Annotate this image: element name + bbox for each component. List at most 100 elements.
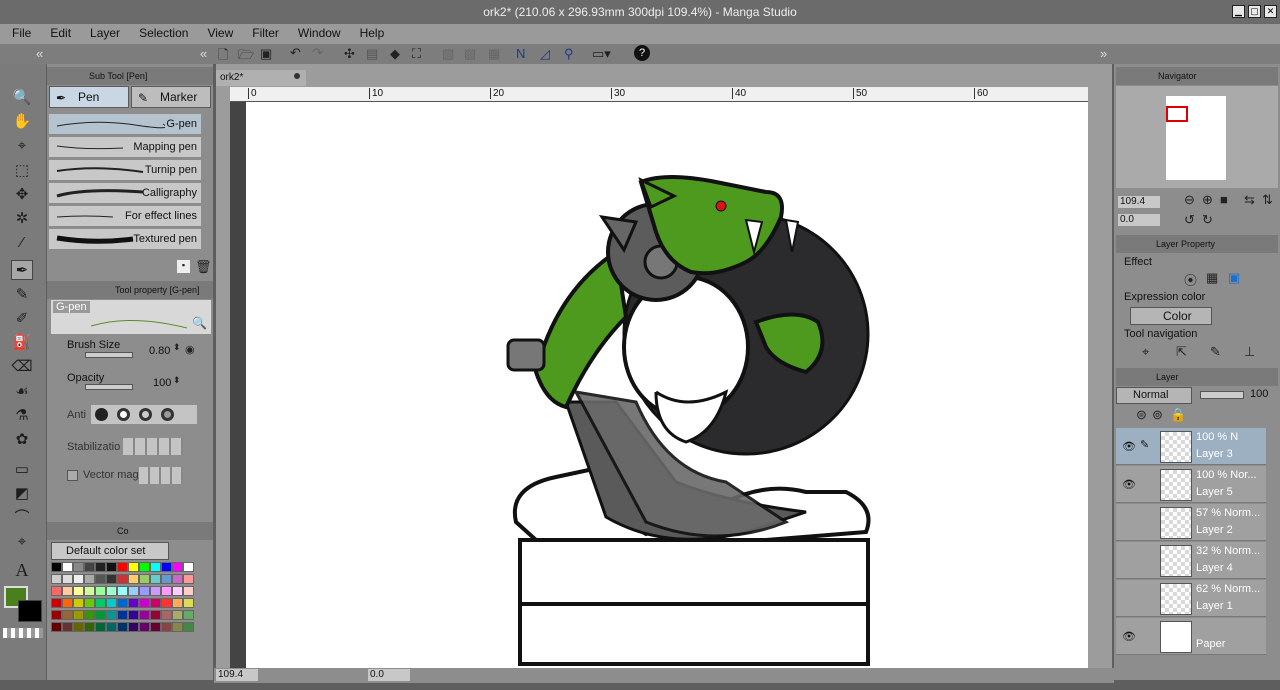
layer-row[interactable]: 57 % Norm... Layer 2 (1116, 504, 1266, 541)
eyedropper-icon[interactable]: ⁄ (11, 233, 33, 253)
aa-weak-icon[interactable] (117, 408, 130, 421)
menu-selection[interactable]: Selection (127, 24, 195, 40)
special-ruler-icon[interactable]: ◿ (540, 46, 550, 62)
color-swatch[interactable] (117, 562, 128, 572)
color-swatch[interactable] (172, 622, 183, 632)
document-tab[interactable]: ork2* (216, 70, 306, 86)
brush-item-effect-lines[interactable]: For effect lines (49, 206, 201, 227)
color-swatch[interactable] (139, 586, 150, 596)
nav-tool-4-icon[interactable]: ⊥ (1244, 344, 1255, 360)
color-swatch[interactable] (150, 610, 161, 620)
brush-size-slider[interactable] (85, 352, 133, 358)
color-swatch[interactable] (117, 574, 128, 584)
auto-select-icon[interactable]: ✲ (11, 209, 33, 229)
color-swatch[interactable] (62, 562, 73, 572)
nav-tool-1-icon[interactable]: ⌖ (1142, 344, 1149, 360)
color-swatch[interactable] (95, 586, 106, 596)
brush-icon[interactable]: ✐ (11, 309, 33, 329)
flip-v-icon[interactable]: ⇅ (1262, 192, 1273, 208)
color-swatch[interactable] (106, 586, 117, 596)
help-icon[interactable]: ? (634, 45, 650, 61)
document-canvas[interactable] (246, 102, 1088, 668)
color-swatch[interactable] (183, 622, 194, 632)
brush-item-calligraphy[interactable]: Calligraphy (49, 183, 201, 204)
preview-zoom-icon[interactable]: 🔍 (192, 316, 207, 330)
pressure-icon[interactable]: ◉ (185, 343, 195, 356)
opacity-value[interactable]: 100 (153, 377, 171, 389)
brush-size-value[interactable]: 0.80 (149, 345, 170, 357)
layer-row[interactable]: 62 % Norm... Layer 1 (1116, 580, 1266, 617)
opacity-stepper[interactable]: ⬍ (173, 375, 181, 386)
color-swatch[interactable] (95, 610, 106, 620)
color-swatch[interactable] (183, 562, 194, 572)
color-swatch[interactable] (161, 574, 172, 584)
vector-magnet-slider[interactable] (139, 467, 183, 484)
layer-row[interactable]: 👁 Paper (1116, 618, 1266, 655)
color-swatch[interactable] (128, 610, 139, 620)
color-swatch[interactable] (95, 562, 106, 572)
color-swatch[interactable] (95, 622, 106, 632)
color-swatch[interactable] (161, 598, 172, 608)
color-swatch[interactable] (161, 610, 172, 620)
new-subtool-icon[interactable]: ▪ (177, 260, 190, 273)
color-swatch[interactable] (106, 622, 117, 632)
close-button[interactable]: ✕ (1264, 5, 1277, 18)
color-swatch[interactable] (128, 622, 139, 632)
color-swatch[interactable] (73, 586, 84, 596)
color-swatch[interactable] (106, 598, 117, 608)
frame-icon[interactable]: ⌒ (11, 508, 33, 528)
color-swatch[interactable] (84, 622, 95, 632)
color-swatch[interactable] (73, 574, 84, 584)
zoom-out-icon[interactable]: ⊖ (1184, 192, 1195, 208)
color-swatch[interactable] (84, 610, 95, 620)
color-swatch[interactable] (172, 586, 183, 596)
transparent-color-swatch[interactable] (3, 628, 43, 638)
color-swatch[interactable] (139, 598, 150, 608)
menu-window[interactable]: Window (286, 24, 348, 40)
nav-tool-3-icon[interactable]: ✎ (1210, 344, 1221, 360)
layer-opacity-value[interactable]: 100 (1250, 388, 1268, 400)
tab-marker[interactable]: ✎ Marker (131, 86, 211, 108)
status-zoom[interactable]: 109.4 (216, 669, 258, 681)
layer-opacity-slider[interactable] (1200, 391, 1244, 399)
tab-pen[interactable]: ✒ Pen (49, 86, 129, 108)
color-swatch[interactable] (172, 574, 183, 584)
decoration-icon[interactable]: ✿ (11, 430, 33, 450)
anti-alias-selector[interactable] (91, 405, 197, 424)
color-swatch[interactable] (117, 598, 128, 608)
color-swatch[interactable] (62, 610, 73, 620)
color-swatch[interactable] (84, 574, 95, 584)
sub-color-swatch[interactable] (18, 600, 42, 622)
pencil-icon[interactable]: ✎ (11, 285, 33, 305)
color-swatch[interactable] (117, 622, 128, 632)
menu-file[interactable]: File (0, 24, 38, 40)
color-swatch[interactable] (150, 586, 161, 596)
transform-icon[interactable]: ✣ (344, 46, 355, 62)
color-swatch[interactable] (139, 574, 150, 584)
menu-help[interactable]: Help (348, 24, 392, 40)
color-swatch[interactable] (150, 622, 161, 632)
color-swatch[interactable] (183, 610, 194, 620)
expand-right-icon[interactable]: » (1100, 46, 1107, 61)
color-swatch[interactable] (117, 586, 128, 596)
brush-item-turnip[interactable]: Turnip pen (49, 160, 201, 181)
aa-medium-icon[interactable] (139, 408, 152, 421)
color-swatch[interactable] (172, 598, 183, 608)
color-swatch[interactable] (139, 622, 150, 632)
brush-size-stepper[interactable]: ⬍ (173, 342, 181, 353)
eraser-tool-icon[interactable]: ⌫ (11, 357, 33, 377)
color-swatch[interactable] (73, 598, 84, 608)
color-swatch[interactable] (51, 598, 62, 608)
navigator-viewport[interactable] (1166, 106, 1188, 122)
hand-icon[interactable]: ✋ (11, 112, 33, 132)
border-effect-icon[interactable]: ⦿ (1184, 270, 1197, 289)
fill-tool-icon[interactable]: ⚗ (11, 406, 33, 426)
color-swatch[interactable] (139, 610, 150, 620)
color-swatch[interactable] (128, 586, 139, 596)
color-swatch[interactable] (51, 622, 62, 632)
reference-layer-icon[interactable]: ⊚ (1152, 407, 1163, 423)
flip-h-icon[interactable]: ⇆ (1244, 192, 1255, 208)
layer-row[interactable]: 👁 ✎ 100 % N Layer 3 (1116, 428, 1266, 465)
blend-icon[interactable]: ☙ (11, 382, 33, 402)
operation-icon[interactable]: ⌖ (11, 136, 33, 156)
